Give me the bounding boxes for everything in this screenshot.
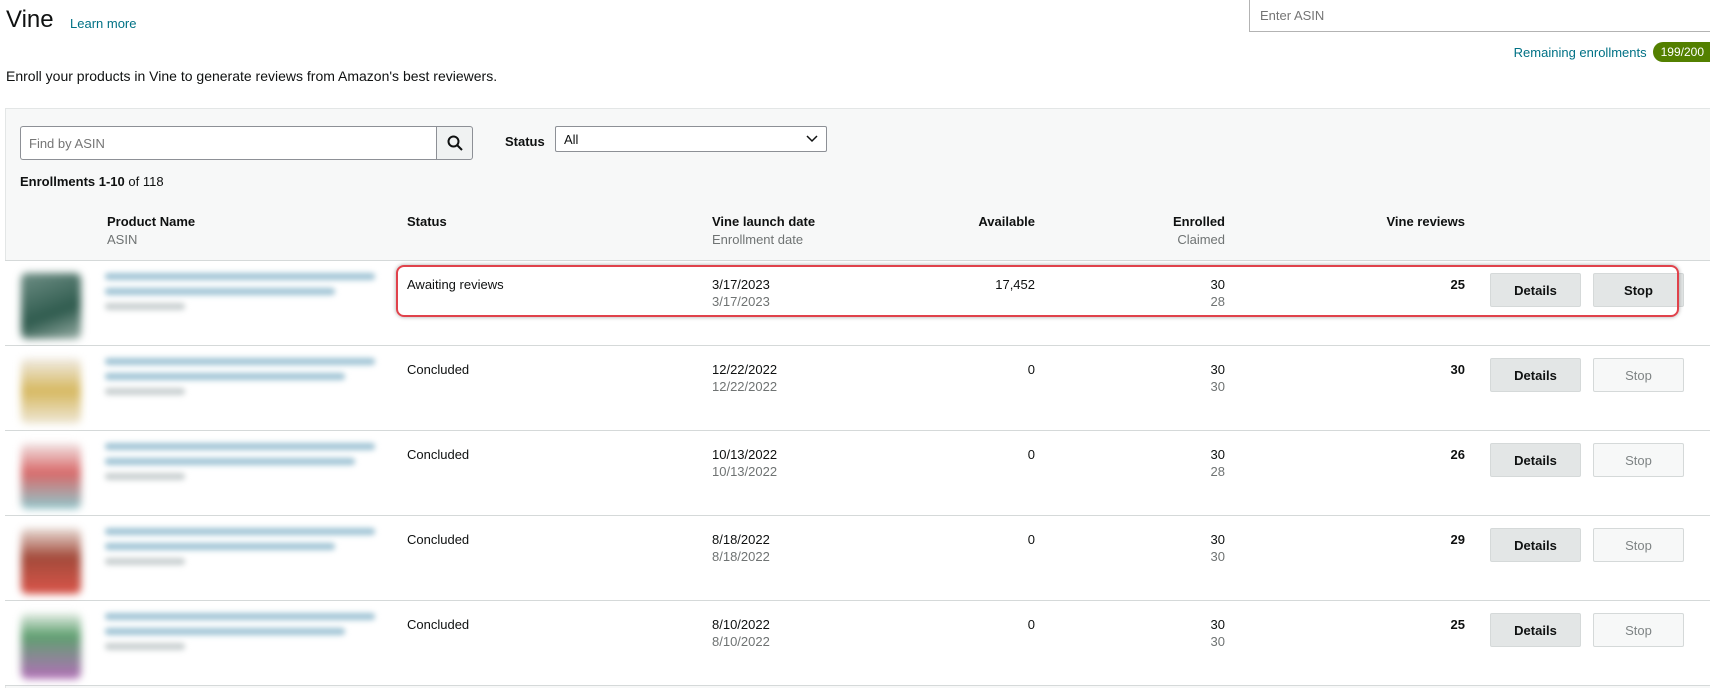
table-row: Concluded 12/22/2022 12/22/2022 0 30 30 30… bbox=[5, 346, 1710, 431]
product-name-blurred[interactable] bbox=[105, 613, 375, 673]
enrollments-range: Enrollments 1-10 bbox=[20, 174, 125, 189]
learn-more-link[interactable]: Learn more bbox=[70, 16, 136, 31]
row-enrolled: 30 30 bbox=[1210, 532, 1225, 564]
col-status: Status bbox=[407, 214, 447, 229]
col-enrolled: Enrolled Claimed bbox=[1172, 214, 1225, 247]
details-button[interactable]: Details bbox=[1490, 358, 1581, 392]
product-thumbnail[interactable] bbox=[21, 273, 81, 339]
details-button[interactable]: Details bbox=[1490, 613, 1581, 647]
row-dates: 10/13/2022 10/13/2022 bbox=[712, 447, 778, 479]
row-enrolled: 30 30 bbox=[1210, 362, 1225, 394]
stop-button[interactable]: Stop bbox=[1593, 528, 1684, 562]
enrollments-table: Product Name ASIN Status Vine launch date… bbox=[5, 198, 1710, 686]
product-name-blurred[interactable] bbox=[105, 358, 375, 418]
product-thumbnail[interactable] bbox=[21, 613, 81, 679]
page-subtitle: Enroll your products in Vine to generate… bbox=[6, 68, 498, 84]
table-row: Concluded 8/18/2022 8/18/2022 0 30 30 29 D… bbox=[5, 516, 1710, 601]
page-title: Vine bbox=[6, 6, 54, 33]
product-thumbnail[interactable] bbox=[21, 528, 81, 594]
status-filter-value: All bbox=[564, 131, 579, 147]
row-available: 0 bbox=[1027, 362, 1035, 377]
enrollments-count: Enrollments 1-10 of 118 bbox=[20, 174, 164, 189]
chevron-down-icon bbox=[806, 135, 818, 143]
status-filter-select[interactable]: All bbox=[555, 126, 827, 152]
row-vine-reviews[interactable]: 25 bbox=[1305, 277, 1465, 292]
row-available: 17,452 bbox=[995, 277, 1035, 292]
remaining-enrollments: Remaining enrollments 199/200 bbox=[1514, 42, 1710, 62]
asin-search bbox=[20, 126, 473, 160]
row-enrolled: 30 28 bbox=[1210, 447, 1225, 479]
row-vine-reviews[interactable]: 30 bbox=[1305, 362, 1465, 377]
col-vine-reviews: Vine reviews bbox=[1386, 214, 1465, 229]
details-button[interactable]: Details bbox=[1490, 443, 1581, 477]
row-status[interactable]: Concluded bbox=[407, 617, 469, 632]
row-vine-reviews[interactable]: 29 bbox=[1305, 532, 1465, 547]
row-status: Awaiting reviews bbox=[407, 277, 504, 292]
row-dates: 3/17/2023 3/17/2023 bbox=[712, 277, 770, 309]
stop-button[interactable]: Stop bbox=[1593, 273, 1684, 307]
row-status[interactable]: Concluded bbox=[407, 362, 469, 377]
table-header: Product Name ASIN Status Vine launch date… bbox=[5, 198, 1710, 261]
row-status[interactable]: Concluded bbox=[407, 447, 469, 462]
search-icon bbox=[447, 135, 463, 151]
stop-button[interactable]: Stop bbox=[1593, 358, 1684, 392]
row-enrolled: 30 28 bbox=[1210, 277, 1225, 309]
enter-asin-input[interactable] bbox=[1249, 0, 1710, 32]
table-row: Concluded 10/13/2022 10/13/2022 0 30 28 26… bbox=[5, 431, 1710, 516]
col-available: Available bbox=[978, 214, 1035, 229]
status-filter-label: Status bbox=[505, 134, 545, 149]
find-by-asin-input[interactable] bbox=[20, 126, 436, 160]
product-thumbnail[interactable] bbox=[21, 443, 81, 509]
row-vine-reviews[interactable]: 26 bbox=[1305, 447, 1465, 462]
col-product-name: Product Name ASIN bbox=[107, 214, 196, 247]
product-name-blurred[interactable] bbox=[105, 443, 375, 503]
row-dates: 8/10/2022 8/10/2022 bbox=[712, 617, 770, 649]
table-row: Concluded 8/10/2022 8/10/2022 0 30 30 25 D… bbox=[5, 601, 1710, 686]
stop-button[interactable]: Stop bbox=[1593, 613, 1684, 647]
remaining-enrollments-badge: 199/200 bbox=[1652, 42, 1710, 62]
col-vine-launch-date: Vine launch date Enrollment date bbox=[712, 214, 816, 247]
row-available: 0 bbox=[1027, 617, 1035, 632]
stop-button[interactable]: Stop bbox=[1593, 443, 1684, 477]
row-available: 0 bbox=[1027, 447, 1035, 462]
search-button[interactable] bbox=[436, 126, 473, 160]
row-enrolled: 30 30 bbox=[1210, 617, 1225, 649]
product-name-blurred[interactable] bbox=[105, 528, 375, 588]
table-row: Awaiting reviews 3/17/2023 3/17/2023 17,4… bbox=[5, 261, 1710, 346]
product-name-blurred[interactable] bbox=[105, 273, 375, 333]
row-vine-reviews[interactable]: 25 bbox=[1305, 617, 1465, 632]
product-thumbnail[interactable] bbox=[21, 358, 81, 424]
enrollments-total: of 118 bbox=[124, 174, 164, 189]
row-dates: 12/22/2022 12/22/2022 bbox=[712, 362, 778, 394]
details-button[interactable]: Details bbox=[1490, 273, 1581, 307]
row-status[interactable]: Concluded bbox=[407, 532, 469, 547]
details-button[interactable]: Details bbox=[1490, 528, 1581, 562]
row-available: 0 bbox=[1027, 532, 1035, 547]
row-dates: 8/18/2022 8/18/2022 bbox=[712, 532, 770, 564]
remaining-enrollments-label[interactable]: Remaining enrollments bbox=[1514, 45, 1647, 60]
